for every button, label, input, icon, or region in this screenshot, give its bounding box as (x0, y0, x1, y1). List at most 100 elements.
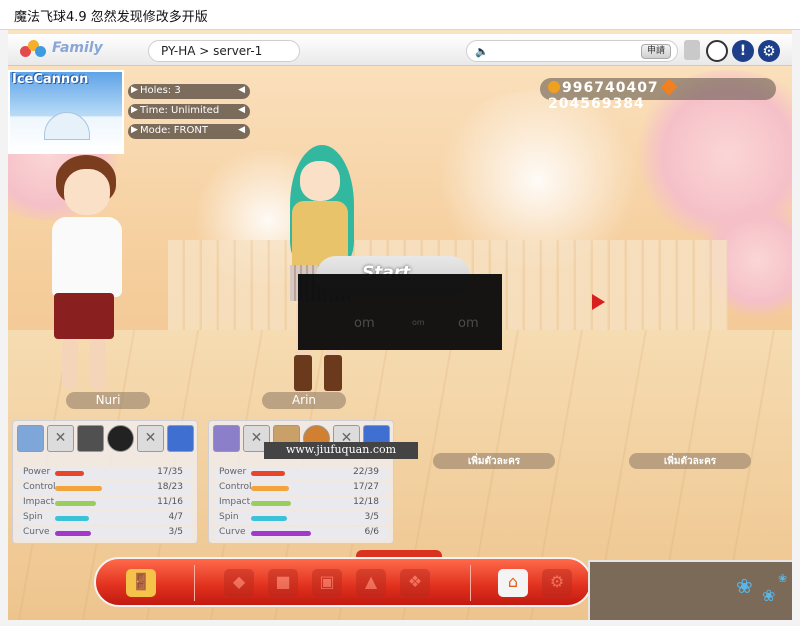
family-icon (20, 38, 48, 62)
coin-icon (548, 81, 560, 93)
family-label[interactable]: Family (52, 40, 103, 56)
holes-label: Holes: 3 (140, 85, 181, 96)
arrow-right-icon: ▶ (131, 125, 138, 135)
time-label: Time: Unlimited (140, 105, 220, 116)
player-panel-nuri: ✕ ✕ Power 17/35 Control 18/23 Impact 11/16 … (12, 420, 198, 544)
stat-label: Power (219, 467, 247, 477)
stat-bar-fill (251, 501, 291, 506)
stat-label: Curve (219, 527, 246, 537)
stat-label: Spin (219, 512, 239, 522)
house-icon[interactable]: ⌂ (498, 569, 528, 597)
holes-selector[interactable]: ▶ Holes: 3 ◀ (128, 84, 250, 99)
stat-value: 3/5 (168, 527, 183, 537)
empty-slot-x-icon[interactable]: ✕ (47, 425, 74, 452)
chat-send-button[interactable]: 申請 (641, 44, 671, 59)
stat-value: 6/6 (364, 527, 379, 537)
stat-bar-fill (55, 501, 96, 506)
stat-bar-fill (251, 516, 287, 521)
stat-power: Power 17/35 (17, 467, 193, 480)
character-nuri[interactable] (48, 155, 138, 395)
stat-value: 18/23 (157, 482, 183, 492)
butterfly-icon: ❀ (762, 586, 776, 605)
stat-curve: Curve 3/5 (17, 527, 193, 540)
game-area: Family PY-HA > server-1 🔈 申請 ! ⚙ IceCann… (8, 30, 792, 620)
stat-spin: Spin 4/7 (17, 512, 193, 525)
settings-gear-icon[interactable]: ⚙ (758, 40, 780, 62)
stat-label: Impact (23, 497, 55, 507)
shop-icon[interactable]: ◆ (224, 569, 254, 597)
gift-icon[interactable]: ■ (268, 569, 298, 597)
home-icon[interactable]: ▲ (356, 569, 386, 597)
stat-label: Power (23, 467, 51, 477)
empty-slot-x-icon[interactable]: ✕ (137, 425, 164, 452)
mode-label: Mode: FRONT (140, 125, 208, 136)
triangle-item-icon[interactable] (167, 425, 194, 452)
window-icon[interactable] (684, 40, 700, 60)
stat-value: 17/27 (353, 482, 379, 492)
arrow-left-icon[interactable]: ◀ (238, 105, 245, 115)
chat-input[interactable]: 🔈 申請 (466, 40, 678, 62)
stat-label: Impact (219, 497, 251, 507)
ball-icon[interactable] (107, 425, 134, 452)
stat-control: Control 18/23 (17, 482, 193, 495)
avatar[interactable] (213, 425, 240, 452)
arrow-left-icon[interactable]: ◀ (238, 85, 245, 95)
alert-icon[interactable]: ! (732, 40, 754, 62)
stat-label: Curve (23, 527, 50, 537)
gem-amount: 204569384 (548, 96, 645, 112)
player-name-arin: Arin (262, 392, 346, 409)
igloo-image (44, 112, 90, 140)
window-title: 魔法飞球4.9 忽然发现修改多开版 (14, 10, 208, 25)
app-window: 魔法飞球4.9 忽然发现修改多开版 Family PY-HA > server-… (0, 0, 800, 626)
stat-label: Control (23, 482, 56, 492)
item-slot[interactable] (77, 425, 104, 452)
speaker-icon[interactable]: 🔈 (475, 45, 489, 58)
time-selector[interactable]: ▶ Time: Unlimited ◀ (128, 104, 250, 119)
arrow-right-icon: ▶ (131, 85, 138, 95)
top-toolbar: Family PY-HA > server-1 🔈 申請 ! ⚙ (8, 34, 792, 66)
stat-bar-fill (251, 531, 311, 536)
stat-value: 4/7 (168, 512, 183, 522)
stat-value: 12/18 (353, 497, 379, 507)
stat-bar-fill (55, 486, 102, 491)
overlay-text: om (412, 318, 425, 327)
friends-icon[interactable] (706, 40, 728, 62)
bottom-toolbar: 🚪 ◆ ■ ▣ ▲ ❖ ⌂ ⚙ (94, 557, 592, 607)
stat-bar-fill (55, 471, 84, 476)
exit-door-icon[interactable]: 🚪 (126, 569, 156, 597)
stat-value: 3/5 (364, 512, 379, 522)
stat-impact: Impact 11/16 (17, 497, 193, 510)
add-character-slot-3[interactable]: เพิ่มตัวละคร (433, 453, 555, 469)
watermark-text: www.jiufuquan.com (264, 442, 418, 459)
add-character-slot-4[interactable]: เพิ่มตัวละคร (629, 453, 751, 469)
stat-curve: Curve 6/6 (213, 527, 389, 540)
gem-icon (660, 78, 678, 96)
equipment-slots: ✕ ✕ (17, 425, 195, 453)
overlay-text: om (458, 316, 479, 331)
butterfly-icon: ❀ (778, 572, 788, 585)
map-name: IceCannon (12, 72, 89, 87)
map-thumbnail[interactable]: IceCannon (8, 70, 124, 154)
cards-icon[interactable]: ▣ (312, 569, 342, 597)
stat-bar-fill (55, 531, 91, 536)
stat-label: Control (219, 482, 252, 492)
player-name-nuri: Nuri (66, 392, 150, 409)
overlay-thumbnail: ❀ ❀ ❀ (588, 560, 792, 620)
stat-impact: Impact 12/18 (213, 497, 389, 510)
currency-display: 996740407204569384 (540, 78, 776, 112)
avatar[interactable] (17, 425, 44, 452)
options-icon[interactable]: ❖ (400, 569, 430, 597)
mode-selector[interactable]: ▶ Mode: FRONT ◀ (128, 124, 250, 139)
stat-bar-fill (55, 516, 89, 521)
stat-value: 11/16 (157, 497, 183, 507)
stat-spin: Spin 3/5 (213, 512, 389, 525)
butterfly-icon: ❀ (736, 574, 753, 598)
stat-value: 22/39 (353, 467, 379, 477)
player-panel-arin: ✕ ✕ Power 22/39 Control 17/27 Impact 12/18 … (208, 420, 394, 544)
stat-bar-fill (251, 486, 289, 491)
settings-icon[interactable]: ⚙ (542, 569, 572, 597)
server-breadcrumb[interactable]: PY-HA > server-1 (148, 40, 300, 62)
stat-label: Spin (23, 512, 43, 522)
arrow-left-icon[interactable]: ◀ (238, 125, 245, 135)
stat-power: Power 22/39 (213, 467, 389, 480)
